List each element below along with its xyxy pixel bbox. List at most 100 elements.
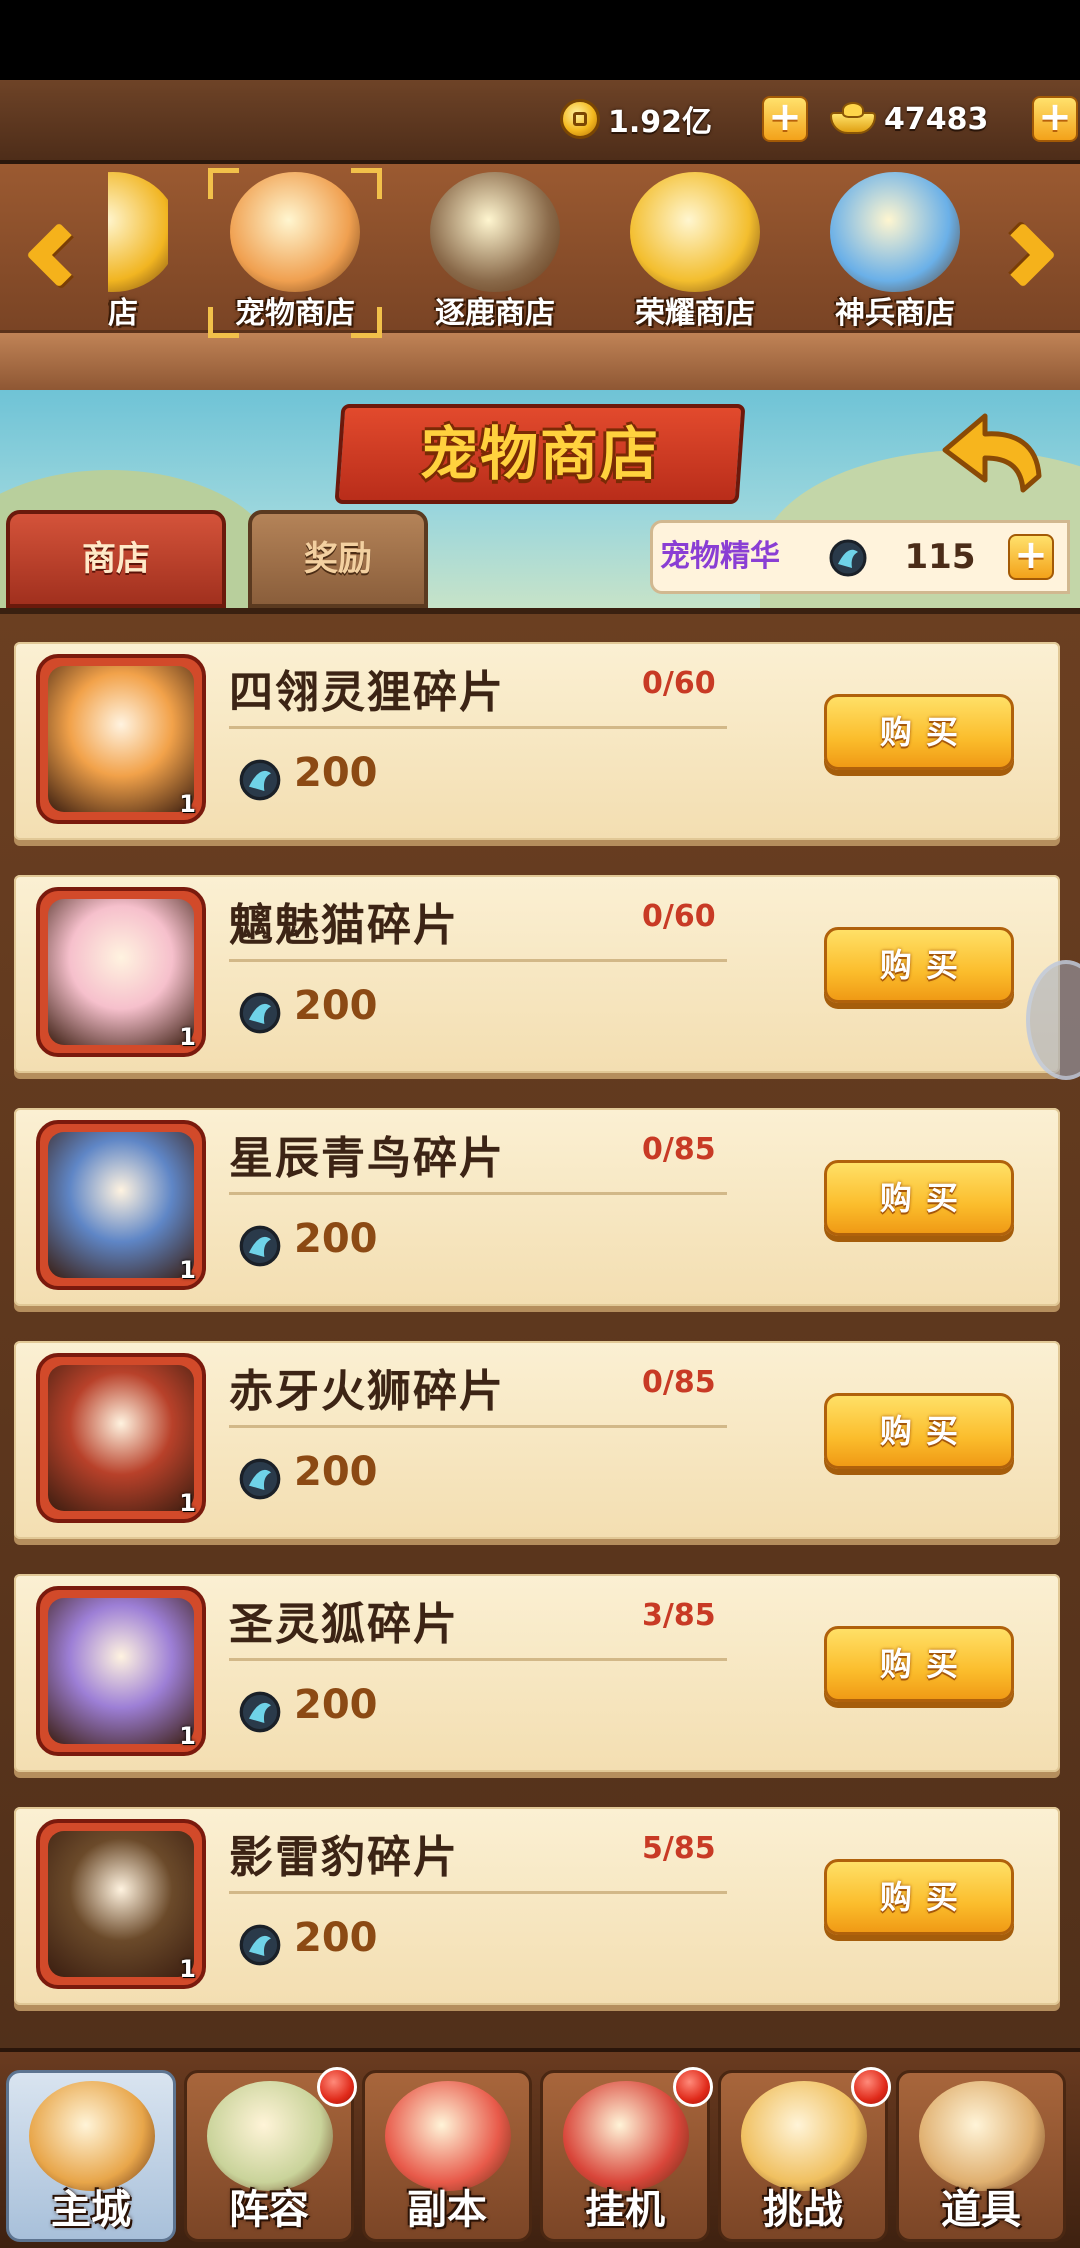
item-cost: 200 xyxy=(294,1449,378,1495)
nav-label: 副本 xyxy=(407,2187,487,2233)
shop-item-card: 1 圣灵狐碎片 3/85 200 购买 xyxy=(14,1574,1060,1772)
chevron-left-icon xyxy=(26,222,92,288)
pink-cat-pet-portrait: 1 xyxy=(36,887,206,1057)
resource-bar: 1.92亿 + 47483 + xyxy=(0,80,1080,164)
scroll-right-button[interactable] xyxy=(990,200,1068,310)
shop-tab-label: 神兵商店 xyxy=(835,296,955,331)
gold-amount: 1.92亿 xyxy=(608,105,713,140)
honor-medal-icon xyxy=(630,172,760,292)
nav-dungeon[interactable]: 副本 xyxy=(362,2070,532,2242)
selection-bracket xyxy=(208,307,239,338)
divider xyxy=(229,1658,727,1661)
nav-label: 主城 xyxy=(51,2187,131,2233)
pet-essence-icon xyxy=(239,1924,281,1966)
pet-art xyxy=(48,1598,194,1744)
divider xyxy=(229,1891,727,1894)
item-owned-count: 0/60 xyxy=(642,899,716,934)
item-cost: 200 xyxy=(294,750,378,796)
pet-art xyxy=(48,899,194,1045)
item-owned-count: 0/85 xyxy=(642,1132,716,1167)
nav-items-pouch[interactable]: 道具 xyxy=(896,2070,1066,2242)
buy-button[interactable]: 购买 xyxy=(824,1859,1014,1935)
pet-art xyxy=(48,1831,194,1977)
shop-strip-board xyxy=(0,330,1080,399)
essence-amount: 115 xyxy=(904,537,976,577)
lineup-icon xyxy=(207,2081,333,2191)
divider xyxy=(229,726,727,729)
nav-label: 道具 xyxy=(941,2187,1021,2233)
shop-tab-label: 逐鹿商店 xyxy=(435,296,555,331)
pet-essence-icon xyxy=(239,1691,281,1733)
notification-dot xyxy=(317,2067,357,2107)
tab-shop[interactable]: 商店 xyxy=(6,510,226,608)
notification-dot xyxy=(851,2067,891,2107)
back-button[interactable] xyxy=(935,410,1045,496)
item-name: 影雷豹碎片 xyxy=(229,1832,459,1883)
shop-tab-0[interactable]: 商店 xyxy=(108,172,168,332)
items-pouch-icon xyxy=(919,2081,1045,2191)
divider xyxy=(229,959,727,962)
coin-shop-icon xyxy=(108,172,168,292)
nav-challenge[interactable]: 挑战 xyxy=(718,2067,891,2242)
purple-fox-pet-portrait: 1 xyxy=(36,1586,206,1756)
nav-lineup[interactable]: 阵容 xyxy=(184,2067,357,2242)
item-cost: 200 xyxy=(294,1682,378,1728)
shop-tab-2[interactable]: 逐鹿商店 xyxy=(400,172,590,332)
item-quantity: 1 xyxy=(179,1023,196,1051)
notification-dot xyxy=(673,2067,713,2107)
raccoon-pet-portrait: 1 xyxy=(36,654,206,824)
item-quantity: 1 xyxy=(179,790,196,818)
divine-sword-icon xyxy=(830,172,960,292)
item-quantity: 1 xyxy=(179,1489,196,1517)
nav-main-city[interactable]: 主城 xyxy=(6,2070,176,2242)
tab-reward[interactable]: 奖励 xyxy=(248,510,428,608)
item-name: 四翎灵狸碎片 xyxy=(229,667,505,718)
nav-label: 挑战 xyxy=(763,2187,843,2233)
chevron-right-icon xyxy=(990,222,1056,288)
essence-label: 宠物精华 xyxy=(660,539,780,574)
buy-button[interactable]: 购买 xyxy=(824,1160,1014,1236)
shop-item-card: 1 星辰青鸟碎片 0/85 200 购买 xyxy=(14,1108,1060,1306)
nav-label: 阵容 xyxy=(229,2187,309,2233)
ingot-resource: 47483 xyxy=(830,94,988,144)
main-city-icon xyxy=(29,2081,155,2191)
pet-art xyxy=(48,1132,194,1278)
shop-banner: 宠物商店 商店 奖励 宠物精华 115 + xyxy=(0,390,1080,608)
ingot-amount: 47483 xyxy=(884,101,989,137)
item-name: 圣灵狐碎片 xyxy=(229,1599,459,1650)
buy-button[interactable]: 购买 xyxy=(824,927,1014,1003)
divider xyxy=(229,1425,727,1428)
shadow-leopard-pet-portrait: 1 xyxy=(36,1819,206,1989)
pet-art xyxy=(48,1365,194,1511)
corgi-pet-icon xyxy=(230,172,360,292)
treasure-chest-icon xyxy=(430,172,560,292)
pet-essence-icon xyxy=(239,992,281,1034)
add-gold-button[interactable]: + xyxy=(762,96,808,142)
item-owned-count: 0/60 xyxy=(642,666,716,701)
shop-item-card: 1 赤牙火狮碎片 0/85 200 购买 xyxy=(14,1341,1060,1539)
item-cost: 200 xyxy=(294,1915,378,1961)
buy-button[interactable]: 购买 xyxy=(824,1626,1014,1702)
item-quantity: 1 xyxy=(179,1256,196,1284)
add-essence-button[interactable]: + xyxy=(1008,534,1054,580)
buy-button[interactable]: 购买 xyxy=(824,694,1014,770)
gold-coin-icon xyxy=(560,99,600,139)
add-ingot-button[interactable]: + xyxy=(1032,96,1078,142)
fire-lion-pet-portrait: 1 xyxy=(36,1353,206,1523)
nav-idle-bag[interactable]: 挂机 xyxy=(540,2067,713,2242)
item-quantity: 1 xyxy=(179,1955,196,1983)
gold-ingot-icon xyxy=(830,102,876,136)
buy-button[interactable]: 购买 xyxy=(824,1393,1014,1469)
pet-essence-icon xyxy=(829,539,867,577)
shop-tab-4[interactable]: 神兵商店 xyxy=(800,172,990,332)
dungeon-icon xyxy=(385,2081,511,2191)
item-owned-count: 0/85 xyxy=(642,1365,716,1400)
scroll-left-button[interactable] xyxy=(12,200,92,310)
nav-label: 挂机 xyxy=(585,2187,665,2233)
pet-essence-icon xyxy=(239,759,281,801)
shop-item-card: 1 魑魅猫碎片 0/60 200 购买 xyxy=(14,875,1060,1073)
idle-bag-icon xyxy=(563,2081,689,2191)
item-quantity: 1 xyxy=(179,1722,196,1750)
shop-tab-3[interactable]: 荣耀商店 xyxy=(600,172,790,332)
shop-tab-1[interactable]: 宠物商店 xyxy=(200,168,390,338)
